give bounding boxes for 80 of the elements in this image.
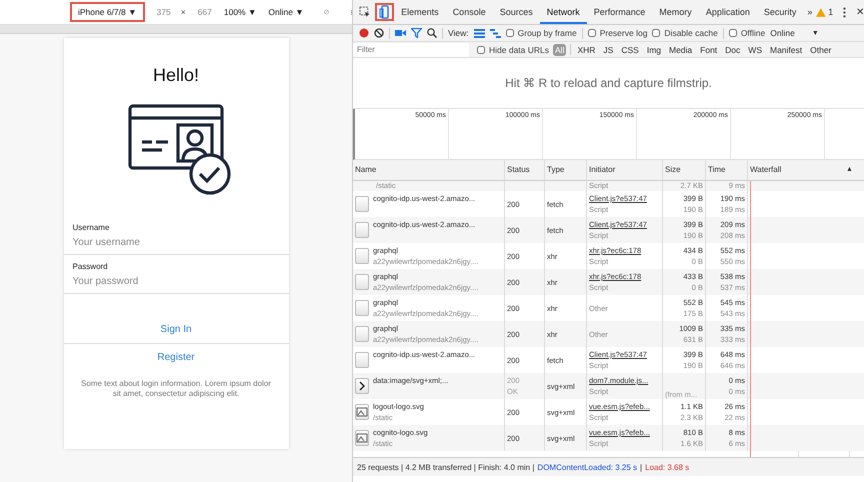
column-header[interactable]: Status bbox=[505, 160, 545, 180]
type-filter[interactable]: Font bbox=[698, 44, 720, 56]
image-file-icon bbox=[355, 430, 369, 446]
checkbox-label[interactable]: Hide data URLs bbox=[489, 44, 550, 54]
column-header[interactable]: Size bbox=[663, 160, 706, 180]
file-icon bbox=[355, 222, 369, 238]
file-icon bbox=[355, 248, 369, 264]
panel-tab[interactable]: Memory bbox=[652, 0, 699, 24]
panel-tab[interactable]: Console bbox=[446, 0, 493, 24]
checkbox-label[interactable]: Disable cache bbox=[664, 28, 718, 38]
column-header[interactable]: Initiator bbox=[587, 160, 663, 180]
checkbox[interactable] bbox=[506, 29, 514, 37]
type-filter[interactable]: XHR bbox=[575, 44, 598, 56]
view-label: View: bbox=[448, 28, 469, 38]
file-icon bbox=[355, 274, 369, 290]
inspect-icon[interactable] bbox=[359, 6, 371, 18]
zoom-select[interactable]: 100% ▼ bbox=[224, 7, 256, 17]
register-link[interactable]: Register bbox=[64, 343, 288, 367]
column-header[interactable]: Type bbox=[545, 160, 587, 180]
status-text: 25 requests | 4.2 MB transferred | Finish: 4.0 min | bbox=[357, 462, 534, 472]
close-button[interactable]: ✕ bbox=[856, 6, 864, 18]
filter-field[interactable]: Filter bbox=[353, 42, 469, 56]
type-filter[interactable]: Media bbox=[667, 44, 694, 56]
panel-tab[interactable]: Security bbox=[756, 0, 804, 24]
type-filter[interactable]: Other bbox=[808, 44, 834, 56]
width-value[interactable]: 375 bbox=[156, 7, 171, 17]
id-card-check-icon bbox=[128, 102, 232, 196]
filter-icon[interactable] bbox=[411, 28, 422, 38]
checkbox[interactable] bbox=[728, 29, 737, 37]
file-icon bbox=[355, 326, 369, 342]
status-text: Load: 3.68 s bbox=[645, 462, 690, 472]
type-filter[interactable]: Doc bbox=[723, 44, 742, 56]
status-text: DOMContentLoaded: 3.25 s bbox=[537, 462, 638, 472]
image-file-icon bbox=[355, 404, 369, 420]
clear-icon[interactable] bbox=[374, 28, 384, 38]
panel-tab[interactable]: Sources bbox=[492, 0, 540, 24]
more-icon[interactable] bbox=[843, 6, 846, 18]
type-filter[interactable]: Img bbox=[644, 44, 663, 56]
warning-count[interactable]: 1 bbox=[828, 7, 834, 17]
height-value[interactable]: 667 bbox=[198, 7, 212, 17]
panel-tab[interactable]: Application bbox=[698, 0, 757, 24]
times-sign: × bbox=[180, 7, 186, 17]
device-select[interactable]: iPhone 6/7/8 ▼ bbox=[70, 2, 145, 22]
info-text: Some text about login information. Lorem ipsum dolor sit amet, consectetur adipiscing elit. bbox=[80, 379, 272, 400]
type-filter[interactable]: CSS bbox=[619, 44, 641, 56]
checkbox-label[interactable]: Preserve log bbox=[600, 28, 648, 38]
checkbox-label[interactable]: Group by frame bbox=[518, 28, 577, 38]
file-icon bbox=[355, 300, 369, 316]
type-filter[interactable]: JS bbox=[601, 44, 616, 56]
checkbox[interactable] bbox=[588, 29, 596, 37]
throttle-select[interactable]: Online bbox=[770, 28, 795, 38]
camera-icon[interactable] bbox=[395, 29, 406, 37]
column-header[interactable]: Name bbox=[353, 160, 505, 180]
more-tabs-button[interactable]: » bbox=[807, 7, 812, 17]
waterfall-view-icon[interactable] bbox=[490, 28, 501, 38]
separator-text: | bbox=[640, 462, 642, 472]
column-header[interactable]: Waterfall bbox=[748, 160, 846, 180]
filmstrip-hint: Hit ⌘ R to reload and capture filmstrip. bbox=[353, 58, 864, 109]
checkbox[interactable] bbox=[652, 29, 660, 37]
search-icon[interactable] bbox=[427, 28, 437, 38]
password-label: Password bbox=[72, 261, 109, 271]
checkbox-label[interactable]: Offline bbox=[740, 28, 766, 38]
card-title: Hello! bbox=[152, 65, 200, 86]
type-filter[interactable]: WS bbox=[746, 44, 764, 56]
throttle-select[interactable]: Online ▼ bbox=[268, 7, 304, 17]
column-header[interactable]: Time bbox=[706, 160, 748, 180]
username-label: Username bbox=[72, 222, 110, 232]
file-icon bbox=[355, 352, 369, 368]
list-view-icon[interactable] bbox=[474, 28, 485, 38]
record-icon[interactable] bbox=[359, 28, 369, 38]
checkbox[interactable] bbox=[477, 46, 485, 54]
panel-tab[interactable]: Elements bbox=[394, 0, 446, 24]
panel-tab[interactable]: Performance bbox=[586, 0, 652, 24]
password-field[interactable]: Your password bbox=[64, 271, 288, 294]
file-icon bbox=[355, 196, 369, 212]
username-field[interactable]: Your username bbox=[64, 232, 288, 255]
chevron-icon bbox=[355, 378, 369, 394]
sign-in-button[interactable]: Sign In bbox=[152, 320, 200, 339]
device-toolbar-toggle[interactable] bbox=[374, 3, 394, 21]
type-filter[interactable]: Manifest bbox=[768, 44, 804, 56]
